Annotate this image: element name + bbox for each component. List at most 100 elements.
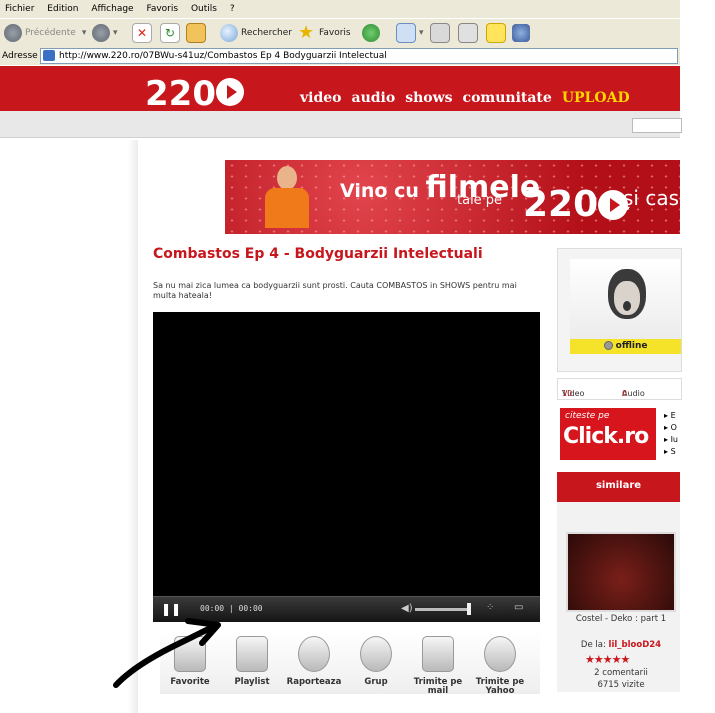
time-display: 00:00 | 00:00: [200, 604, 263, 613]
play-logo-icon: [215, 78, 244, 106]
forward-arrow-icon: [92, 24, 110, 42]
page-icon: [43, 50, 55, 61]
messenger-icon: [512, 24, 530, 42]
home-button[interactable]: [186, 22, 209, 44]
group-label: Grup: [364, 677, 388, 687]
video-player[interactable]: [153, 312, 540, 596]
ad-link[interactable]: ▸ Iu: [664, 434, 678, 446]
star-icon: ★: [298, 22, 315, 43]
send-yahoo-button[interactable]: Trimite pe Yahoo: [470, 632, 530, 696]
report-icon: [298, 636, 330, 672]
playlist-icon: [236, 636, 268, 672]
menu-file[interactable]: Fichier: [5, 4, 34, 14]
address-input[interactable]: http://www.220.ro/07BWu-s41uz/Combastos …: [40, 48, 678, 64]
browser-toolbar: Précédente ▾ ▾ ✕ ↻ Rechercher ★ Favoris …: [0, 18, 680, 48]
status-dot-icon: [603, 341, 613, 350]
history-button[interactable]: [362, 22, 383, 44]
mail-icon: [422, 636, 454, 672]
uploader-stats: Video 10 Audio 0: [557, 378, 682, 400]
sub-header-bar: [0, 111, 680, 138]
status-badge: offline: [570, 339, 681, 354]
nav-video[interactable]: video: [300, 90, 342, 106]
print-button[interactable]: [430, 22, 453, 44]
similar-video-views: 6715 vizite: [597, 680, 645, 690]
volume-slider[interactable]: [415, 608, 471, 611]
fullscreen-icon[interactable]: ▭: [514, 602, 523, 613]
ad-link[interactable]: ▸ O: [664, 422, 678, 434]
send-mail-button[interactable]: Trimite pe mail: [408, 632, 468, 696]
promo-banner[interactable]: Vino cu filmele tale pe 220 și cas: [225, 160, 680, 234]
banner-person-image: [255, 162, 319, 234]
ad-link[interactable]: ▸ S: [664, 446, 678, 458]
site-logo[interactable]: 220: [145, 74, 245, 114]
search-button[interactable]: Rechercher: [220, 22, 292, 44]
print-icon: [430, 23, 450, 43]
site-search-input[interactable]: [632, 118, 682, 133]
home-icon: [186, 23, 206, 43]
menu-view[interactable]: Affichage: [91, 4, 133, 14]
favorites-label: Favoris: [319, 28, 351, 38]
group-button[interactable]: Grup: [346, 632, 406, 687]
ad-link[interactable]: ▸ E: [664, 410, 678, 422]
address-bar: Adresse http://www.220.ro/07BWu-s41uz/Co…: [0, 47, 680, 65]
group-icon: [360, 636, 392, 672]
video-title: Combastos Ep 4 - Bodyguarzii Intelectual…: [153, 246, 483, 262]
banner-text-small: tale pe: [457, 193, 503, 208]
share-icon[interactable]: ⁘: [486, 602, 494, 613]
discuss-button[interactable]: [486, 22, 509, 44]
address-url: http://www.220.ro/07BWu-s41uz/Combastos …: [59, 51, 387, 61]
messenger-button[interactable]: [512, 22, 533, 44]
clickro-ad[interactable]: citeste pe Click.ro: [560, 408, 656, 460]
site-header: 220 video audio shows comunitate UPLOAD: [0, 66, 680, 114]
back-label: Précédente: [25, 28, 76, 38]
rating-stars: ★★★★★: [585, 653, 630, 666]
nav-comunitate[interactable]: comunitate: [463, 90, 552, 106]
banner-text-suffix: și cas: [623, 186, 680, 210]
main-nav: video audio shows comunitate UPLOAD: [300, 90, 630, 106]
search-label: Rechercher: [241, 28, 292, 38]
menu-favorites[interactable]: Favoris: [146, 4, 178, 14]
report-button[interactable]: Raporteaza: [284, 632, 344, 687]
stop-icon: ✕: [132, 23, 152, 43]
audio-count[interactable]: 0: [622, 389, 627, 398]
menu-edit[interactable]: Edition: [47, 4, 78, 14]
yahoo-icon: [484, 636, 516, 672]
uploader-profile[interactable]: offline: [557, 248, 682, 372]
mail-button[interactable]: ▾: [396, 22, 424, 44]
refresh-icon: ↻: [160, 23, 180, 43]
send-yahoo-label: Trimite pe Yahoo: [475, 677, 525, 696]
volume-icon[interactable]: ◀): [401, 603, 413, 614]
send-mail-label: Trimite pe mail: [413, 677, 463, 696]
forward-button[interactable]: ▾: [92, 22, 118, 44]
similar-video-comments: 2 comentarii: [594, 668, 648, 678]
ad-line1: citeste pe: [565, 411, 610, 421]
site-logo-text: 220: [145, 74, 216, 114]
similar-header: similare: [557, 472, 680, 502]
ad-links: ▸ E ▸ O ▸ Iu ▸ S: [664, 410, 678, 458]
back-button[interactable]: Précédente ▾: [4, 22, 86, 44]
search-icon: [220, 24, 238, 42]
mail-icon: [396, 23, 416, 43]
playlist-button[interactable]: Playlist: [222, 632, 282, 687]
similar-video-title[interactable]: Costel - Deko : part 1: [566, 614, 676, 624]
menu-bar: Fichier Edition Affichage Favoris Outils…: [0, 0, 680, 18]
author-link[interactable]: lil_blooD24: [609, 640, 662, 650]
menu-help[interactable]: ?: [230, 4, 235, 14]
back-arrow-icon: [4, 24, 22, 42]
nav-audio[interactable]: audio: [352, 90, 396, 106]
refresh-button[interactable]: ↻: [160, 22, 183, 44]
videos-count[interactable]: 10: [562, 389, 572, 398]
similar-video-thumbnail[interactable]: [566, 532, 676, 612]
banner-logo-text: 220: [523, 184, 599, 225]
note-icon: [486, 23, 506, 43]
volume-knob[interactable]: [467, 603, 471, 615]
menu-tools[interactable]: Outils: [191, 4, 217, 14]
nav-shows[interactable]: shows: [405, 90, 452, 106]
favorites-button[interactable]: ★ Favoris: [298, 22, 351, 44]
stop-button[interactable]: ✕: [132, 22, 155, 44]
ad-line2: Click.ro: [563, 424, 649, 449]
video-description: Sa nu mai zica lumea ca bodyguarzii sunt…: [153, 281, 517, 300]
edit-button[interactable]: [458, 22, 481, 44]
nav-upload[interactable]: UPLOAD: [562, 90, 630, 106]
banner-logo: 220: [523, 184, 629, 225]
